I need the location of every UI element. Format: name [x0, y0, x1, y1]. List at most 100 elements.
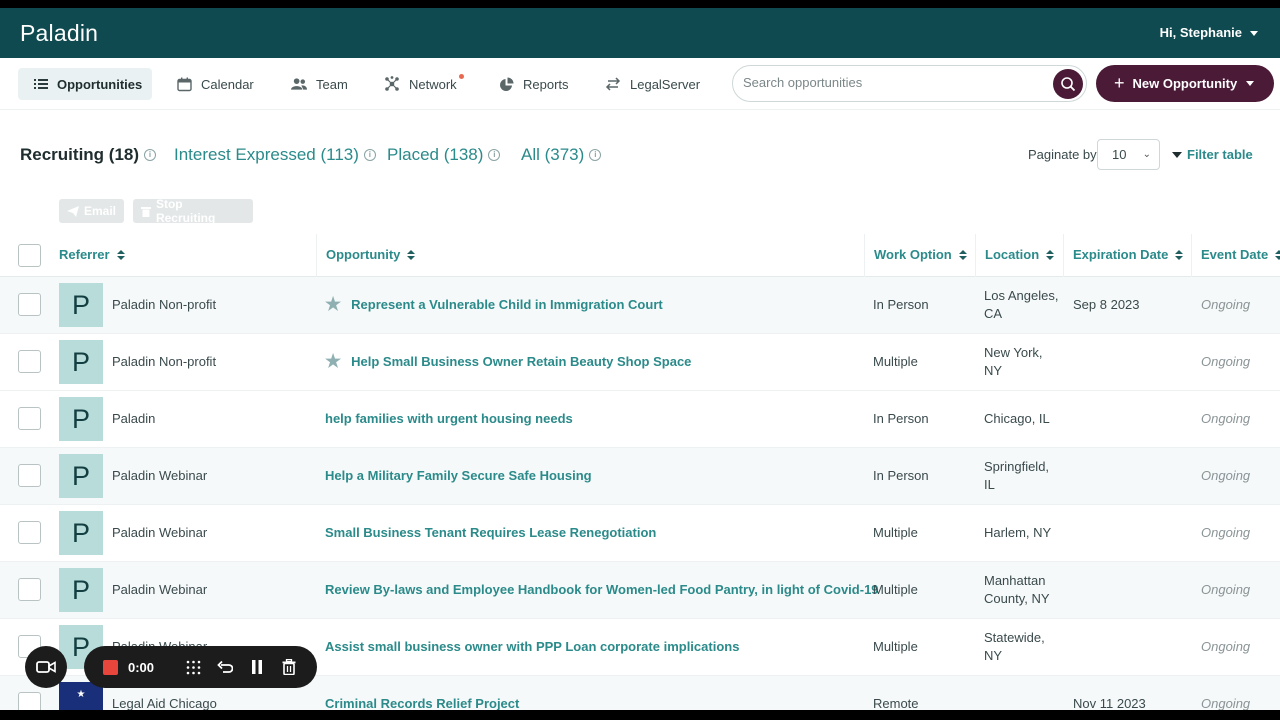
filter-label: Filter table [1187, 147, 1253, 162]
stop-recruiting-button[interactable]: Stop Recruiting [133, 197, 253, 225]
trash-icon[interactable] [281, 659, 297, 675]
location-line-2: CA [984, 306, 1003, 321]
opportunity-link[interactable]: help families with urgent housing needs [325, 411, 573, 426]
referrer-name: Paladin Non-profit [112, 354, 217, 369]
location-line-2: NY [984, 363, 1003, 378]
column-header-work-option[interactable]: Work Option [874, 247, 967, 262]
row-checkbox[interactable] [18, 350, 41, 373]
email-button[interactable]: Email [59, 199, 124, 223]
record-stop-button[interactable] [103, 659, 118, 675]
opportunity-link[interactable]: ★ Represent a Vulnerable Child in Immigra… [325, 294, 663, 315]
opportunity-link[interactable]: Criminal Records Relief Project [325, 696, 519, 710]
grid-icon[interactable] [185, 659, 201, 675]
row-checkbox[interactable] [18, 464, 41, 487]
user-menu[interactable]: Hi, Stephanie [1160, 25, 1258, 40]
column-header-location[interactable]: Location [985, 247, 1055, 262]
row-checkbox[interactable] [18, 692, 41, 710]
nav-legalserver[interactable]: LegalServer [589, 68, 716, 100]
recorder-camera-button[interactable] [25, 646, 67, 688]
paginate-label: Paginate by [1028, 147, 1097, 162]
caret-down-icon[interactable] [1246, 81, 1254, 86]
opportunity-link[interactable]: ★ Help Small Business Owner Retain Beauty… [325, 351, 691, 372]
row-checkbox[interactable] [18, 521, 41, 544]
opportunity-link[interactable]: Help a Military Family Secure Safe Housi… [325, 468, 592, 483]
nav-team[interactable]: Team [275, 68, 364, 100]
star-icon[interactable]: ★ [325, 351, 341, 372]
location-line-1: Los Angeles, [984, 288, 1059, 303]
column-header-event-date[interactable]: Event Date [1201, 247, 1280, 262]
event-date: Ongoing [1201, 639, 1251, 654]
filter-table-button[interactable]: Filter table [1172, 147, 1253, 162]
avatar: P [59, 340, 103, 384]
calendar-icon [176, 76, 192, 92]
opportunity-link[interactable]: Small Business Tenant Requires Lease Ren… [325, 525, 656, 540]
column-label: Work Option [874, 247, 952, 262]
paginate-select[interactable]: 10 ⌄ [1097, 139, 1160, 170]
opportunity-link[interactable]: Review By-laws and Employee Handbook for… [325, 582, 879, 597]
column-header-opportunity[interactable]: Opportunity [326, 247, 416, 262]
table-row[interactable]: P Paladin Webinar Small Business Tenant … [0, 505, 1280, 562]
column-label: Opportunity [326, 247, 401, 262]
nav-calendar[interactable]: Calendar [160, 68, 270, 100]
search-input[interactable] [743, 75, 1043, 90]
work-option: Multiple [873, 639, 918, 654]
search-button[interactable] [1053, 69, 1083, 99]
table-row[interactable]: P Paladin Non-profit ★ Represent a Vulner… [0, 277, 1280, 334]
avatar: P [59, 454, 103, 498]
table-row[interactable]: P Paladin Non-profit ★ Help Small Busines… [0, 334, 1280, 391]
column-divider [316, 234, 317, 277]
tab-interest-expressed[interactable]: Interest Expressed (113) i [174, 145, 376, 165]
nav-reports[interactable]: Reports [482, 68, 585, 100]
info-icon: i [589, 149, 602, 161]
nav-network[interactable]: Network [368, 68, 473, 100]
tab-placed[interactable]: Placed (138) i [387, 145, 501, 165]
pie-chart-icon [498, 76, 514, 92]
app-window: Paladin Hi, Stephanie Opportunities Cale… [0, 8, 1280, 710]
filter-icon [1172, 151, 1182, 158]
team-icon [291, 76, 307, 92]
tab-all[interactable]: All (373) i [521, 145, 602, 165]
referrer-name: Paladin Non-profit [112, 297, 217, 312]
list-icon [34, 76, 48, 92]
sort-icon [1275, 249, 1280, 260]
tab-label: Placed (138) [387, 145, 484, 164]
table-row[interactable]: P Paladin Webinar Help a Military Family… [0, 448, 1280, 505]
work-option: Remote [873, 696, 919, 710]
table-row[interactable]: P Paladin help families with urgent hous… [0, 391, 1280, 448]
table-row[interactable]: P Paladin Webinar Review By-laws and Emp… [0, 562, 1280, 619]
new-opportunity-button[interactable]: + New Opportunity [1096, 65, 1274, 102]
location-line-1: Springfield, [984, 459, 1050, 474]
column-header-referrer[interactable]: Referrer [59, 247, 125, 262]
location-line-2: County, NY [984, 591, 1050, 606]
stop-recruiting-label: Stop Recruiting [155, 197, 216, 225]
row-checkbox[interactable] [18, 578, 41, 601]
pause-icon[interactable] [249, 659, 265, 675]
row-checkbox[interactable] [18, 407, 41, 430]
opportunity-title: Review By-laws and Employee Handbook for… [325, 582, 879, 597]
sort-icon [1046, 249, 1055, 260]
work-option: In Person [873, 297, 929, 312]
recorder-toolbar: 0:00 [84, 646, 317, 688]
search-box [732, 65, 1087, 102]
column-divider [1063, 234, 1064, 277]
sort-icon [1175, 249, 1184, 260]
referrer-name: Paladin Webinar [112, 525, 208, 540]
tab-recruiting[interactable]: Recruiting (18) i [20, 145, 157, 165]
opportunity-link[interactable]: Assist small business owner with PPP Loa… [325, 639, 739, 654]
work-option: Multiple [873, 582, 918, 597]
undo-icon[interactable] [217, 659, 233, 675]
event-date: Ongoing [1201, 468, 1251, 483]
brand-logo[interactable]: Paladin [20, 20, 98, 47]
select-all-checkbox[interactable] [18, 244, 41, 267]
row-checkbox[interactable] [18, 293, 41, 316]
column-label: Location [985, 247, 1040, 262]
nav-opportunities[interactable]: Opportunities [18, 68, 152, 100]
column-header-expiration-date[interactable]: Expiration Date [1073, 247, 1184, 262]
main-nav: Opportunities Calendar Team Network Repo… [0, 58, 1280, 110]
nav-label: Opportunities [57, 76, 143, 92]
nav-label: Calendar [201, 76, 254, 92]
event-date: Ongoing [1201, 297, 1251, 312]
location-line-1: Statewide, [984, 630, 1045, 645]
event-date: Ongoing [1201, 411, 1251, 426]
star-icon[interactable]: ★ [325, 294, 341, 315]
